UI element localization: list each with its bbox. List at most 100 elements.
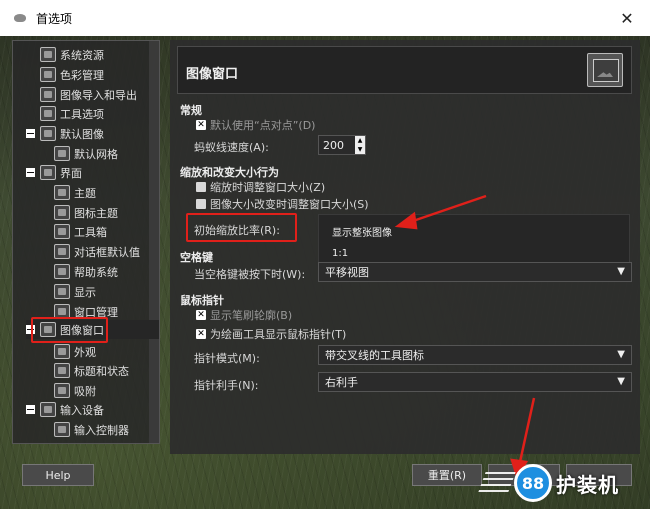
spinner-arrows-icon[interactable]: ▲ ▼ [355, 136, 365, 154]
marching-ants-value[interactable]: 200 [323, 139, 344, 152]
image-import-icon [40, 87, 56, 102]
tree-item-label: 默认图像 [60, 127, 104, 141]
show-paint-pointer-label: 为绘画工具显示鼠标指针(T) [210, 328, 347, 341]
tree-item-label: 系统资源 [60, 48, 104, 62]
snap-icon [54, 383, 70, 398]
section-space-bar: 空格键 [180, 251, 213, 264]
chevron-down-icon: ▼ [617, 349, 625, 360]
tree-item-label: 对话框默认值 [74, 245, 140, 259]
title-bar: 首选项 ✕ [0, 0, 650, 36]
resize-on-zoom-label: 缩放时调整窗口大小(Z) [210, 181, 326, 194]
title-status-icon [54, 363, 70, 378]
page-title: 图像窗口 [186, 67, 239, 82]
color-circles-icon [40, 67, 56, 82]
image-window-icon [587, 53, 623, 87]
watermark-badge: 88 [514, 464, 552, 502]
help-lifebuoy-icon [54, 264, 70, 279]
display-icon [54, 284, 70, 299]
chevron-down-icon: ▼ [617, 376, 625, 387]
tree-item-tool-options[interactable]: 工具选项 [40, 104, 104, 123]
tree-item-help-system[interactable]: 帮助系统 [54, 262, 118, 281]
marching-ants-spinner[interactable]: 200 ▲ ▼ [318, 135, 366, 155]
theme-icon [54, 185, 70, 200]
tree-item-label: 工具箱 [74, 225, 107, 239]
tree-item-label: 默认网格 [74, 147, 118, 161]
icon-theme-icon [54, 205, 70, 220]
collapse-icon[interactable] [26, 405, 35, 414]
tree-item-default-image[interactable]: 默认图像 [26, 124, 104, 143]
tree-item-input-devices[interactable]: 输入设备 [26, 400, 104, 419]
tree-item-default-grid[interactable]: 默认网格 [54, 144, 118, 163]
resize-on-image-change-label: 图像大小改变时调整窗口大小(S) [210, 198, 369, 211]
tree-item-display[interactable]: 显示 [54, 282, 96, 301]
tree-item-label: 工具选项 [60, 107, 104, 121]
tree-item-appearance[interactable]: 外观 [54, 342, 96, 361]
tree-item-label: 主题 [74, 186, 96, 200]
close-button[interactable]: ✕ [604, 0, 650, 36]
highlight-box-tree [31, 317, 108, 343]
checkbox-checked-icon: ✕ [196, 119, 206, 130]
appearance-icon [54, 344, 70, 359]
show-brush-outline-label: 显示笔刷轮廓(B) [210, 309, 293, 322]
space-bar-action-value: 平移视图 [325, 266, 369, 279]
zoom-ratio-dropdown-menu: 显示整张图像 1:1 [318, 214, 630, 266]
collapse-icon[interactable] [26, 129, 35, 138]
tree-item-interface[interactable]: 界面 [26, 163, 82, 182]
default-image-icon [40, 126, 56, 141]
reset-button[interactable]: 重置(R) [412, 464, 482, 486]
tree-item-color-management[interactable]: 色彩管理 [40, 65, 104, 84]
dialog-defaults-icon [54, 244, 70, 259]
space-bar-label: 当空格键被按下时(W): [194, 268, 306, 281]
pointer-mode-value: 带交叉线的工具图标 [325, 349, 424, 362]
tree-item-icon-theme[interactable]: 图标主题 [54, 203, 118, 222]
tool-options-icon [40, 106, 56, 121]
show-brush-outline-checkbox[interactable]: ✕ 显示笔刷轮廓(B) [196, 307, 292, 323]
tree-item-label: 图标主题 [74, 206, 118, 220]
pane-header: 图像窗口 [177, 46, 632, 94]
resize-on-image-change-checkbox[interactable]: 图像大小改变时调整窗口大小(S) [196, 196, 369, 212]
watermark-text: 护装机 [556, 472, 619, 497]
tree-item-title-status[interactable]: 标题和状态 [54, 361, 129, 380]
pointer-mode-select[interactable]: 带交叉线的工具图标 ▼ [318, 345, 632, 365]
checkbox-unchecked-icon [196, 182, 206, 192]
collapse-icon[interactable] [26, 168, 35, 177]
tree-item-label: 界面 [60, 166, 82, 180]
checkbox-checked-icon: ✕ [196, 309, 206, 320]
tree-item-label: 输入控制器 [74, 423, 129, 437]
highlight-box-zoom-ratio [186, 213, 297, 242]
section-general: 常规 [180, 104, 202, 117]
resize-on-zoom-checkbox[interactable]: 缩放时调整窗口大小(Z) [196, 179, 325, 195]
tree-item-snapping[interactable]: 吸附 [54, 381, 96, 400]
section-zoom-resize: 缩放和改变大小行为 [180, 166, 279, 179]
chip-icon [40, 47, 56, 62]
tree-item-label: 吸附 [74, 384, 96, 398]
zoom-option-1-1[interactable]: 1:1 [332, 248, 348, 259]
section-mouse-pointer: 鼠标指针 [180, 294, 224, 307]
chevron-down-icon: ▼ [617, 266, 625, 277]
pointer-handedness-label: 指针利手(N): [194, 379, 259, 392]
tree-item-label: 输入设备 [60, 403, 104, 417]
tree-item-label: 帮助系统 [74, 265, 118, 279]
tree-item-system-resources[interactable]: 系统资源 [40, 45, 104, 64]
help-button[interactable]: Help [22, 464, 94, 486]
pointer-mode-label: 指针模式(M): [194, 352, 260, 365]
space-bar-action-select[interactable]: 平移视图 ▼ [318, 262, 632, 282]
site-watermark: 88 护装机 [478, 458, 650, 508]
dot-for-dot-checkbox[interactable]: ✕ 默认使用“点对点”(D) [196, 117, 315, 133]
zoom-option-fit-image[interactable]: 显示整张图像 [332, 224, 392, 239]
tree-item-dialog-defaults[interactable]: 对话框默认值 [54, 242, 140, 261]
dot-for-dot-label: 默认使用“点对点”(D) [210, 119, 316, 132]
tree-item-input-controllers[interactable]: 输入控制器 [54, 420, 129, 439]
tree-scrollbar[interactable] [149, 41, 159, 443]
tree-item-image-import-export[interactable]: 图像导入和导出 [40, 85, 137, 104]
tree-item-label: 显示 [74, 285, 96, 299]
controller-icon [54, 422, 70, 437]
tree-item-toolbox[interactable]: 工具箱 [54, 222, 107, 241]
interface-icon [40, 165, 56, 180]
show-paint-pointer-checkbox[interactable]: ✕ 为绘画工具显示鼠标指针(T) [196, 326, 346, 342]
speed-lines-icon [478, 472, 516, 492]
pointer-handedness-select[interactable]: 右利手 ▼ [318, 372, 632, 392]
tree-item-label: 标题和状态 [74, 364, 129, 378]
tree-item-theme[interactable]: 主题 [54, 183, 96, 202]
checkbox-checked-icon: ✕ [196, 328, 206, 339]
